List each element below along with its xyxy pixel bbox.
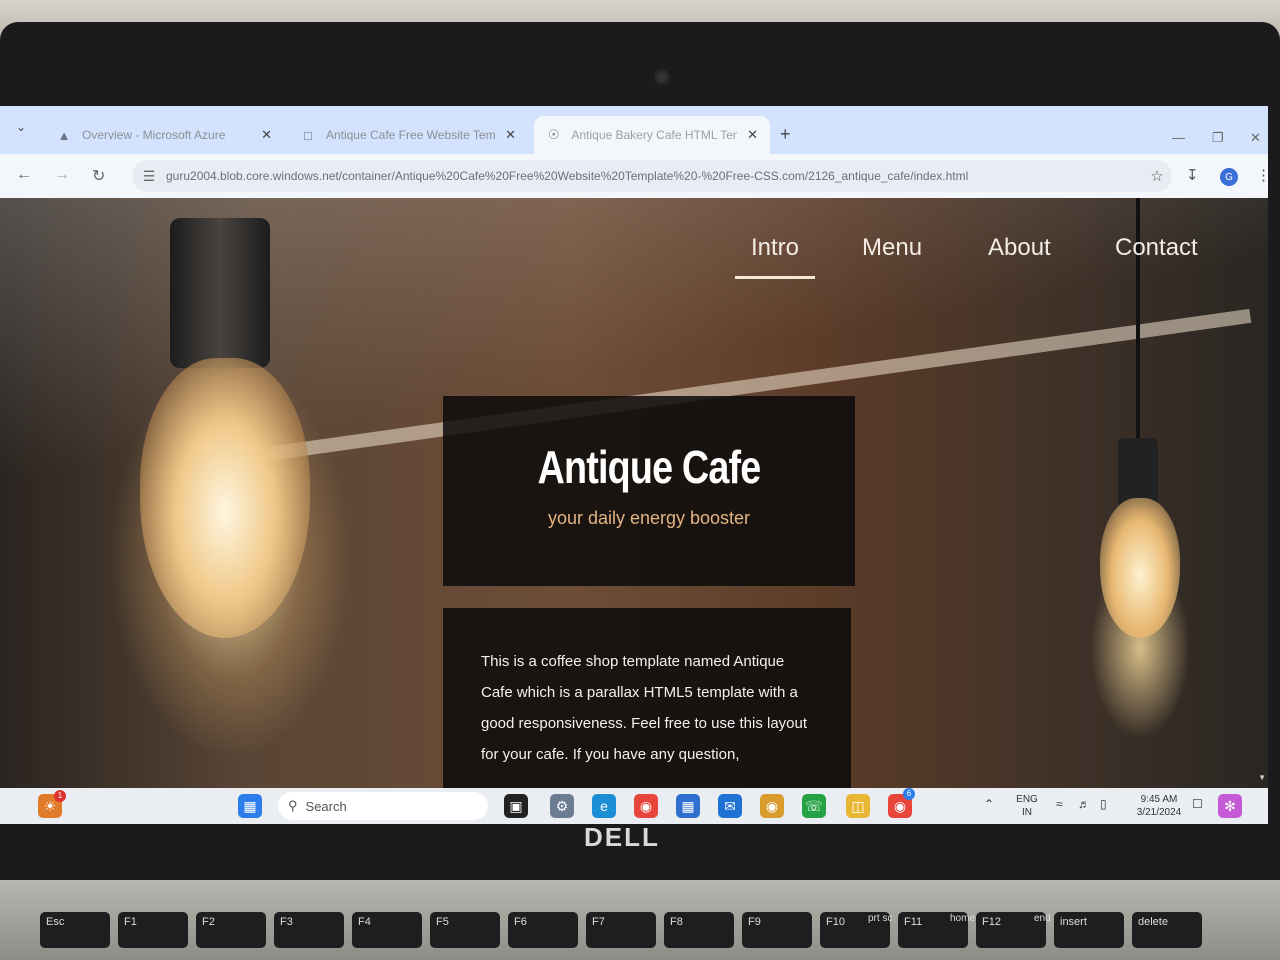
- taskbar-search[interactable]: ⚲ Search: [278, 792, 488, 820]
- download-icon[interactable]: ↧: [1186, 166, 1199, 184]
- key-delete: delete: [1132, 912, 1202, 948]
- tab-azure-overview[interactable]: ▲ Overview - Microsoft Azure ✕: [44, 116, 284, 154]
- chrome-canary-icon[interactable]: ◉: [760, 794, 784, 818]
- intro-paragraph: This is a coffee shop template named Ant…: [481, 653, 808, 763]
- tab-label: Antique Cafe Free Website Tem: [325, 128, 496, 142]
- volume-icon[interactable]: ♬: [1078, 798, 1090, 811]
- globe-icon: ☉: [547, 127, 560, 142]
- browser-toolbar: ← → ↻ ☰ guru2004.blob.core.windows.net/c…: [0, 154, 1268, 198]
- tab-search-chevron-icon[interactable]: ⌄: [16, 120, 26, 134]
- key-f5: F5: [430, 912, 500, 948]
- key-f7: F7: [586, 912, 656, 948]
- clock-time: 9:45 AM: [1140, 794, 1178, 805]
- window-close-icon[interactable]: ✕: [1250, 130, 1261, 146]
- search-icon: ⚲: [288, 798, 298, 813]
- intro-text-box: This is a coffee shop template named Ant…: [443, 608, 851, 788]
- tray-chevron-up-icon[interactable]: ⌃: [984, 798, 994, 811]
- profile-avatar[interactable]: G: [1220, 168, 1238, 186]
- menu-kebab-icon[interactable]: ⋮: [1256, 166, 1268, 184]
- url-text[interactable]: guru2004.blob.core.windows.net/container…: [166, 169, 1142, 183]
- chrome-icon[interactable]: ◉: [634, 794, 658, 818]
- windows-start-icon[interactable]: ▦: [238, 794, 262, 818]
- key-f4: F4: [352, 912, 422, 948]
- key-label-home: home: [950, 913, 976, 924]
- wifi-icon[interactable]: ≈: [1056, 798, 1063, 811]
- language-code: ENG: [1016, 794, 1038, 805]
- key-f2: F2: [196, 912, 266, 948]
- task-view-icon[interactable]: ▣: [504, 794, 528, 818]
- site-info-icon[interactable]: ☰: [132, 168, 166, 185]
- whatsapp-icon[interactable]: ☏: [802, 794, 826, 818]
- settings-gear-icon[interactable]: ⚙: [550, 794, 574, 818]
- key-insert: insert: [1054, 912, 1124, 948]
- laptop-screen: ⌄ ▲ Overview - Microsoft Azure ✕ □ Antiq…: [0, 106, 1268, 824]
- tab-label: Antique Bakery Cafe HTML Tem: [571, 128, 738, 142]
- bookmark-star-icon[interactable]: ☆: [1142, 167, 1172, 185]
- new-tab-plus-icon[interactable]: +: [780, 124, 791, 145]
- edison-bulb-image: [140, 358, 310, 638]
- webcam: [657, 72, 667, 82]
- close-icon[interactable]: ✕: [747, 127, 758, 143]
- close-icon[interactable]: ✕: [505, 127, 516, 143]
- store-icon[interactable]: ▦: [676, 794, 700, 818]
- battery-icon[interactable]: ▯: [1100, 798, 1107, 811]
- edge-icon[interactable]: e: [592, 794, 616, 818]
- nav-contact[interactable]: Contact: [1115, 228, 1198, 276]
- region-code: IN: [1022, 807, 1032, 818]
- key-label-prtsc: prt sc: [868, 913, 893, 924]
- restore-icon[interactable]: ❐: [1212, 130, 1224, 146]
- hero-title: Antique Cafe: [537, 441, 762, 493]
- laptop-brand-logo: DELL: [584, 822, 660, 852]
- chrome-badge: 6: [903, 788, 915, 800]
- reload-icon[interactable]: ↻: [92, 166, 105, 186]
- tab-label: Overview - Microsoft Azure: [82, 128, 226, 142]
- search-placeholder: Search: [305, 798, 347, 814]
- close-icon[interactable]: ✕: [261, 127, 272, 143]
- azure-icon: ▲: [57, 127, 71, 143]
- clock-date: 3/21/2024: [1136, 807, 1182, 818]
- key-f6: F6: [508, 912, 578, 948]
- nav-intro[interactable]: Intro: [735, 228, 815, 279]
- copilot-icon[interactable]: ✻: [1218, 794, 1242, 818]
- tab-antique-cafe-free[interactable]: □ Antique Cafe Free Website Tem ✕: [288, 116, 528, 154]
- clock[interactable]: 9:45 AM 3/21/2024: [1128, 793, 1190, 819]
- key-label-end: end: [1034, 913, 1051, 924]
- page-icon: □: [304, 127, 312, 143]
- tab-antique-bakery-cafe[interactable]: ☉ Antique Bakery Cafe HTML Tem ✕: [534, 116, 770, 154]
- key-f3: F3: [274, 912, 344, 948]
- address-bar[interactable]: ☰ guru2004.blob.core.windows.net/contain…: [132, 160, 1172, 192]
- hero-tagline: your daily energy booster: [547, 508, 751, 528]
- edison-bulb-image: [1100, 498, 1180, 638]
- mail-icon[interactable]: ✉: [718, 794, 742, 818]
- language-indicator[interactable]: ENG IN: [1012, 793, 1042, 819]
- browser-tab-strip: ⌄ ▲ Overview - Microsoft Azure ✕ □ Antiq…: [0, 106, 1268, 154]
- lamp-socket-image: [170, 218, 270, 368]
- forward-arrow-icon[interactable]: →: [54, 166, 70, 184]
- website-viewport: Intro Menu About Contact Antique Cafe yo…: [0, 198, 1268, 788]
- function-key-row: Esc F1 F2 F3 F4 F5 F6 F7 F8 F9 F10 F11 F…: [40, 912, 1202, 948]
- windows-taskbar: ☀ 1 ▦ ⚲ Search ▣ ⚙ e ◉ ▦ ✉ ◉ ☏ ◫ ◉ 6 ⌃ E…: [0, 788, 1268, 824]
- nav-about[interactable]: About: [988, 228, 1051, 276]
- nav-menu[interactable]: Menu: [862, 228, 922, 276]
- laptop-bezel: ⌄ ▲ Overview - Microsoft Azure ✕ □ Antiq…: [0, 22, 1280, 882]
- scrollbar-down-arrow-icon[interactable]: ▼: [1258, 773, 1266, 782]
- key-f1: F1: [118, 912, 188, 948]
- minimize-icon[interactable]: —: [1172, 130, 1185, 145]
- hero-box: Antique Cafe your daily energy booster: [443, 396, 855, 586]
- key-f9: F9: [742, 912, 812, 948]
- file-explorer-icon[interactable]: ◫: [846, 794, 870, 818]
- key-esc: Esc: [40, 912, 110, 948]
- notification-badge: 1: [54, 790, 66, 802]
- notification-bell-icon[interactable]: ☐: [1192, 798, 1203, 811]
- key-f8: F8: [664, 912, 734, 948]
- back-arrow-icon[interactable]: ←: [16, 166, 32, 184]
